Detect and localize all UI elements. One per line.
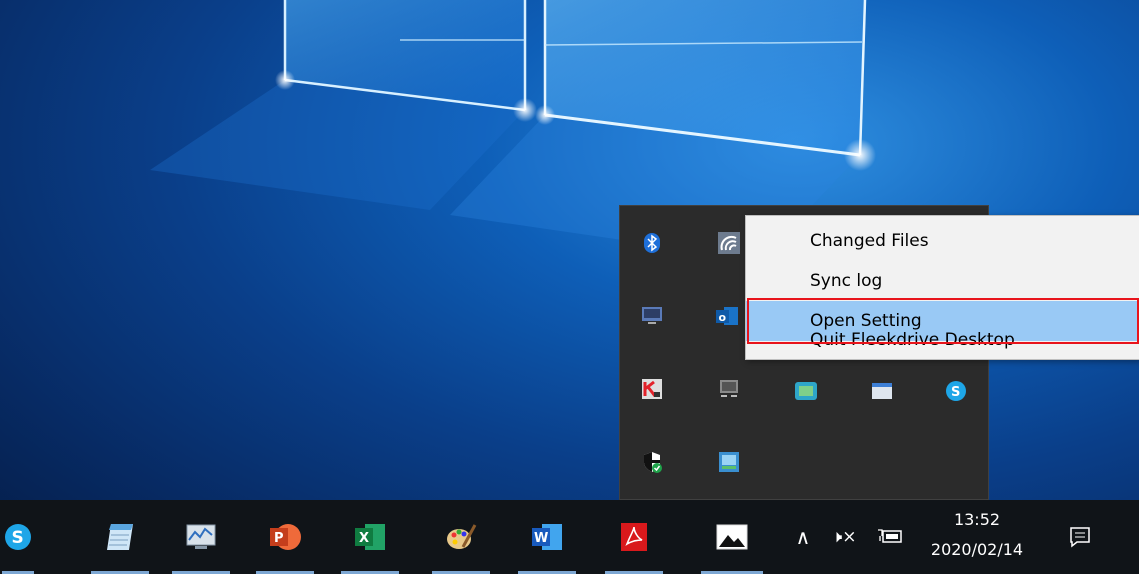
defender-icon[interactable] — [641, 451, 663, 473]
performance-monitor-icon — [186, 524, 216, 549]
display-icon[interactable] — [641, 305, 663, 327]
svg-text:o: o — [719, 311, 727, 324]
notepad-icon — [107, 524, 133, 550]
word-icon: W — [532, 524, 562, 550]
taskbar-app-performance-monitor[interactable] — [170, 500, 232, 574]
taskbar-app-word[interactable]: W — [516, 500, 578, 574]
volume-label: 🕨× — [831, 527, 857, 547]
fleekdrive-icon[interactable] — [718, 232, 740, 254]
acrobat-icon — [621, 523, 647, 551]
taskbar-app-powerpoint[interactable]: P — [254, 500, 316, 574]
taskbar-app-skype[interactable]: S — [0, 500, 36, 574]
svg-text:S: S — [12, 528, 24, 548]
paint-icon — [447, 524, 477, 549]
outlook-icon[interactable]: o — [716, 305, 738, 327]
vpn-icon[interactable] — [718, 451, 740, 473]
volume-muted-icon[interactable]: 🕨× — [826, 522, 862, 552]
highlight-annotation-box — [747, 298, 1139, 344]
svg-text:W: W — [534, 531, 548, 546]
photos-icon — [716, 524, 748, 550]
menu-item-label: Changed Files — [810, 231, 929, 251]
skype-icon: S — [5, 524, 31, 550]
chevron-up-icon: ∧ — [795, 525, 811, 549]
clock-date[interactable]: 2020/02/14 — [922, 540, 1032, 559]
clock-time[interactable]: 13:52 — [922, 510, 1032, 529]
powerpoint-icon: P — [270, 524, 301, 550]
window-icon[interactable] — [871, 380, 893, 402]
menu-item-changed-files[interactable]: Changed Files — [746, 221, 1139, 261]
monitor-icon[interactable] — [718, 378, 740, 400]
svg-text:X: X — [359, 531, 369, 546]
show-hidden-icons-chevron-icon[interactable]: ∧ — [790, 522, 816, 552]
excel-icon: X — [355, 524, 385, 550]
network-icon[interactable] — [795, 380, 817, 402]
svg-text:S: S — [951, 385, 960, 400]
menu-item-sync-log[interactable]: Sync log — [746, 261, 1139, 301]
action-center-icon[interactable] — [1065, 522, 1095, 552]
bluetooth-icon[interactable] — [641, 232, 663, 254]
battery-icon[interactable] — [874, 522, 906, 552]
svg-text:P: P — [274, 531, 284, 546]
taskbar-app-notepad[interactable] — [89, 500, 151, 574]
taskbar-app-photos[interactable] — [699, 500, 765, 574]
menu-item-label: Sync log — [810, 271, 883, 291]
kaspersky-icon[interactable] — [641, 378, 663, 400]
taskbar-app-paint[interactable] — [430, 500, 492, 574]
taskbar-app-acrobat[interactable] — [603, 500, 665, 574]
skype-icon[interactable]: S — [945, 380, 967, 402]
taskbar-app-excel[interactable]: X — [339, 500, 401, 574]
